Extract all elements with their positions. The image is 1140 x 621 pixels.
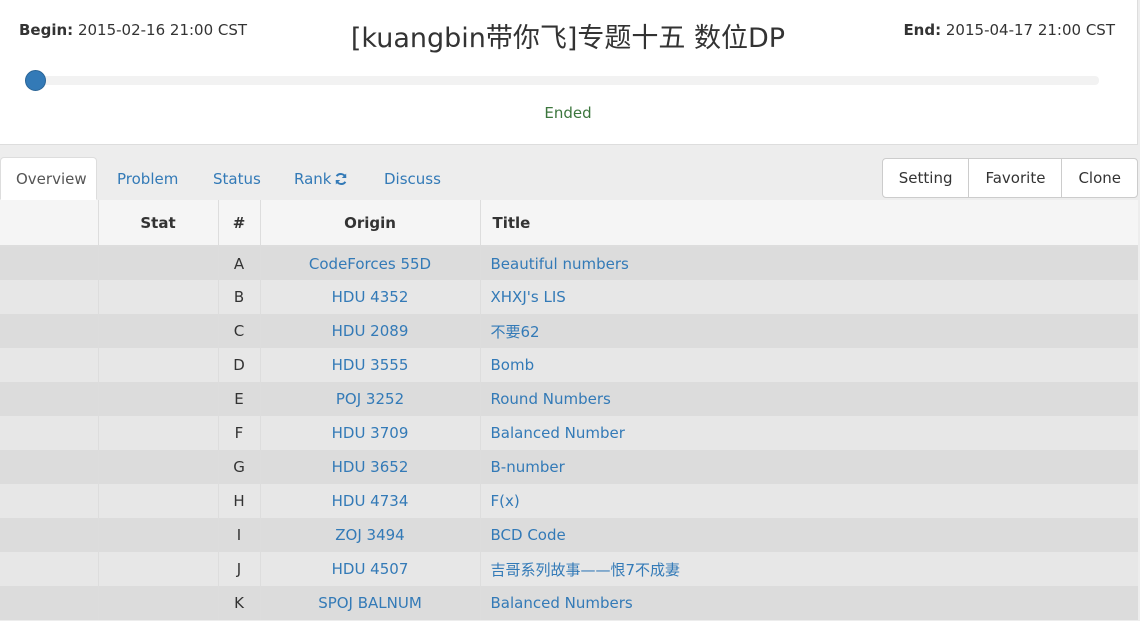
cell-blank — [0, 552, 98, 586]
cell-origin-link[interactable]: HDU 3555 — [259, 348, 480, 382]
setting-button[interactable]: Setting — [883, 159, 969, 197]
cell-title-link[interactable]: Beautiful numbers — [479, 246, 1138, 280]
header-title: Title — [479, 200, 1138, 247]
cell-title-link[interactable]: Bomb — [479, 348, 1138, 382]
cell-origin-link[interactable]: HDU 3652 — [259, 450, 480, 484]
table-row: E POJ 3252 Round Numbers — [0, 382, 1138, 416]
tab-overview[interactable]: Overview — [0, 157, 97, 200]
header-num: # — [217, 200, 260, 247]
problem-table: Stat # Origin Title A CodeForces 55D Beaut… — [0, 200, 1138, 620]
cell-stat — [97, 552, 218, 586]
table-row: G HDU 3652 B-number — [0, 450, 1138, 484]
table-row: K SPOJ BALNUM Balanced Numbers — [0, 586, 1138, 620]
end-value: 2015-04-17 21:00 CST — [945, 21, 1115, 39]
cell-origin-link[interactable]: CodeForces 55D — [259, 246, 480, 280]
cell-blank — [0, 382, 98, 416]
cell-title-link[interactable]: Balanced Number — [479, 416, 1138, 450]
cell-title-link[interactable]: B-number — [479, 450, 1138, 484]
table-row: B HDU 4352 XHXJ's LIS — [0, 280, 1138, 314]
cell-blank — [0, 450, 98, 484]
contest-actions: Setting Favorite Clone — [881, 158, 1138, 198]
cell-stat — [97, 382, 218, 416]
cell-title-link[interactable]: 不要62 — [479, 314, 1138, 348]
cell-title-link[interactable]: Round Numbers — [479, 382, 1138, 416]
table-row: I ZOJ 3494 BCD Code — [0, 518, 1138, 552]
tab-problem[interactable]: Problem — [117, 157, 178, 200]
cell-problem-num: B — [217, 280, 260, 314]
problem-table-wrap: Stat # Origin Title A CodeForces 55D Beaut… — [0, 200, 1138, 620]
refresh-icon[interactable] — [334, 159, 348, 203]
cell-title-link[interactable]: F(x) — [479, 484, 1138, 518]
cell-stat — [97, 246, 218, 280]
cell-origin-link[interactable]: HDU 4507 — [259, 552, 480, 586]
cell-origin-link[interactable]: SPOJ BALNUM — [259, 586, 480, 620]
cell-problem-num: G — [217, 450, 260, 484]
cell-origin-link[interactable]: HDU 3709 — [259, 416, 480, 450]
cell-stat — [97, 484, 218, 518]
tab-rank-label: Rank — [294, 170, 332, 188]
table-row: F HDU 3709 Balanced Number — [0, 416, 1138, 450]
cell-blank — [0, 518, 98, 552]
cell-stat — [97, 416, 218, 450]
cell-problem-num: C — [217, 314, 260, 348]
table-row: J HDU 4507 吉哥系列故事——恨7不成妻 — [0, 552, 1138, 586]
header-stat: Stat — [97, 200, 218, 247]
cell-problem-num: D — [217, 348, 260, 382]
contest-header: Begin: 2015-02-16 21:00 CST [kuangbin带你飞… — [0, 0, 1138, 145]
tab-discuss[interactable]: Discuss — [384, 157, 441, 200]
cell-problem-num: H — [217, 484, 260, 518]
time-progress-track — [36, 76, 1099, 85]
favorite-button[interactable]: Favorite — [968, 159, 1061, 197]
cell-origin-link[interactable]: HDU 4352 — [259, 280, 480, 314]
cell-stat — [97, 518, 218, 552]
cell-origin-link[interactable]: ZOJ 3494 — [259, 518, 480, 552]
cell-origin-link[interactable]: POJ 3252 — [259, 382, 480, 416]
cell-problem-num: I — [217, 518, 260, 552]
cell-origin-link[interactable]: HDU 2089 — [259, 314, 480, 348]
cell-title-link[interactable]: Balanced Numbers — [479, 586, 1138, 620]
clone-button[interactable]: Clone — [1061, 159, 1137, 197]
cell-problem-num: J — [217, 552, 260, 586]
cell-blank — [0, 586, 98, 620]
cell-blank — [0, 314, 98, 348]
cell-stat — [97, 314, 218, 348]
table-row: D HDU 3555 Bomb — [0, 348, 1138, 382]
cell-stat — [97, 348, 218, 382]
cell-title-link[interactable]: XHXJ's LIS — [479, 280, 1138, 314]
cell-blank — [0, 246, 98, 280]
time-slider-handle[interactable] — [25, 70, 46, 91]
cell-problem-num: K — [217, 586, 260, 620]
table-row: A CodeForces 55D Beautiful numbers — [0, 246, 1138, 280]
cell-stat — [97, 450, 218, 484]
header-origin: Origin — [259, 200, 480, 247]
cell-blank — [0, 484, 98, 518]
header-blank — [0, 200, 98, 247]
cell-title-link[interactable]: BCD Code — [479, 518, 1138, 552]
cell-stat — [97, 586, 218, 620]
cell-problem-num: E — [217, 382, 260, 416]
cell-blank — [0, 280, 98, 314]
cell-title-link[interactable]: 吉哥系列故事——恨7不成妻 — [479, 552, 1138, 586]
cell-stat — [97, 280, 218, 314]
cell-problem-num: F — [217, 416, 260, 450]
end-label: End: — [903, 21, 942, 39]
table-row: C HDU 2089 不要62 — [0, 314, 1138, 348]
contest-status: Ended — [544, 104, 592, 122]
cell-origin-link[interactable]: HDU 4734 — [259, 484, 480, 518]
table-header-row: Stat # Origin Title — [0, 200, 1138, 247]
tab-rank[interactable]: Rank — [294, 157, 348, 200]
cell-problem-num: A — [217, 246, 260, 280]
cell-blank — [0, 348, 98, 382]
end-time: End: 2015-04-17 21:00 CST — [903, 21, 1115, 39]
tab-status[interactable]: Status — [213, 157, 261, 200]
table-row: H HDU 4734 F(x) — [0, 484, 1138, 518]
cell-blank — [0, 416, 98, 450]
